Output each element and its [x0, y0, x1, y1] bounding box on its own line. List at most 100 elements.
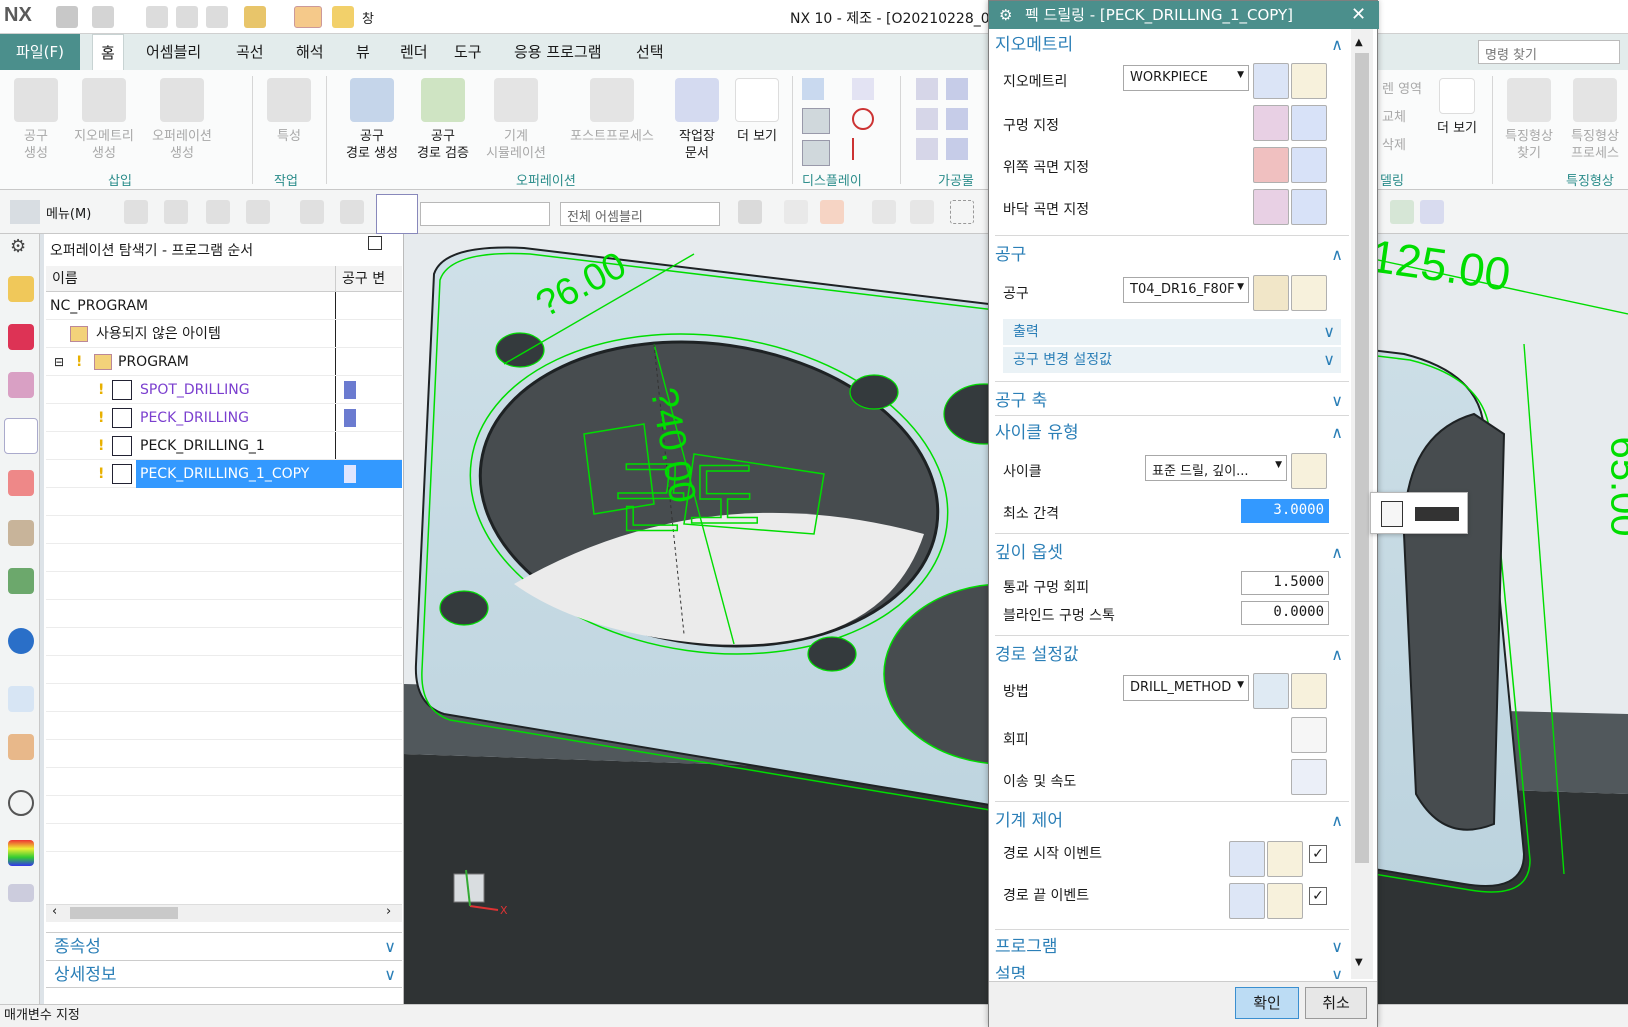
column-header-tool[interactable]: 공구 변 [336, 266, 402, 292]
tab-tools[interactable]: 도구 [446, 34, 490, 70]
part-navigator-icon[interactable] [8, 372, 34, 398]
tab-home[interactable]: 홈 [92, 34, 124, 70]
find-feature-button[interactable]: 특징형상 찾기 [1498, 78, 1560, 162]
display-bottom-flashlight-icon[interactable] [1291, 189, 1327, 225]
cancel-button[interactable]: 취소 [1305, 987, 1367, 1019]
shop-doc-button[interactable]: 작업장 문서 [670, 78, 724, 162]
section-cycle-type[interactable]: 사이클 유형 ∧ [995, 419, 1349, 447]
display-hatch-icon[interactable] [802, 108, 830, 134]
cycle-select[interactable]: 표준 드릴, 깊이... ▼ [1145, 455, 1287, 481]
section-tool[interactable]: 공구 ∧ [995, 241, 1349, 269]
display-icon[interactable] [802, 78, 824, 100]
generate-toolpath-button[interactable]: 공구 경로 생성 [340, 78, 404, 162]
subsection-output[interactable]: 출력 ∨ [1003, 319, 1341, 345]
end-event-wrench-icon[interactable] [1267, 883, 1303, 919]
component-icon[interactable] [206, 200, 230, 224]
tree-row[interactable]: 사용되지 않은 아이템 [46, 320, 402, 348]
display-hatch2-icon[interactable] [802, 140, 830, 166]
tree-row[interactable]: ! PECK_DRILLING_1 [46, 432, 402, 460]
point-snap-icon[interactable] [872, 200, 896, 224]
min-clearance-input[interactable]: 3.0000 [1241, 499, 1329, 523]
render-style-icon[interactable] [1420, 200, 1444, 224]
maximize-icon[interactable] [368, 236, 382, 250]
display-curve-icon[interactable] [852, 138, 874, 160]
calculator-icon[interactable] [1381, 501, 1403, 527]
grid-select-icon[interactable] [376, 194, 418, 234]
assembly-navigator-icon[interactable] [8, 276, 34, 302]
touch-hand-icon[interactable] [8, 734, 34, 760]
subsection-tool-change[interactable]: 공구 변경 설정값 ∨ [1003, 347, 1341, 373]
part-filter-icon[interactable] [340, 200, 364, 224]
edit-tool-wrench-icon[interactable] [1291, 275, 1327, 311]
end-event-icon[interactable] [1229, 883, 1265, 919]
window-icon[interactable] [332, 6, 354, 28]
assembly-scope-combo[interactable]: 전체 어셈블리 [560, 202, 720, 226]
start-event-icon[interactable] [1229, 841, 1265, 877]
edit-cycle-wrench-icon[interactable] [1291, 453, 1327, 489]
dependencies-panel[interactable]: 종속성 ∨ [46, 932, 402, 960]
more-button[interactable]: 더 보기 [730, 78, 784, 145]
tree-row[interactable]: ! SPOT_DRILLING [46, 376, 402, 404]
properties-button[interactable]: 특성 [264, 78, 314, 145]
menu-button[interactable]: 메뉴(M) [46, 203, 91, 222]
start-event-wrench-icon[interactable] [1267, 841, 1303, 877]
geometry-select[interactable]: WORKPIECE ▼ [1123, 65, 1249, 91]
blind-hole-input[interactable]: 0.0000 [1241, 601, 1329, 625]
scroll-up-icon[interactable]: ▲ [1355, 37, 1363, 48]
touch-mode-icon[interactable] [294, 6, 322, 28]
gear-icon[interactable]: ⚙ [10, 236, 26, 257]
command-search-input[interactable]: 명령 찾기 [1478, 40, 1620, 64]
roles-icon[interactable] [8, 884, 34, 902]
column-header-name[interactable]: 이름 [46, 266, 336, 292]
feeds-speeds-icon[interactable] [1291, 759, 1327, 795]
section-depth-offset[interactable]: 깊이 옵셋 ∧ [995, 539, 1349, 567]
feature-navigator-icon[interactable] [8, 520, 34, 546]
details-panel[interactable]: 상세정보 ∨ [46, 960, 402, 988]
avoidance-icon[interactable] [1291, 717, 1327, 753]
specify-top-surface-icon[interactable] [1253, 147, 1289, 183]
workpiece-icon[interactable] [916, 78, 938, 100]
reuse-library-icon[interactable] [8, 568, 34, 594]
settings-gear-icon[interactable]: ⚙ [999, 1, 1012, 29]
feature-process-button[interactable]: 특징형상 프로세스 [1562, 78, 1628, 162]
scroll-right-icon[interactable]: › [386, 904, 391, 919]
section-path-settings[interactable]: 경로 설정값 ∧ [995, 641, 1349, 669]
repeat-command-icon[interactable] [244, 6, 266, 28]
modeling-more-button[interactable]: 더 보기 [1428, 78, 1486, 137]
create-operation-button[interactable]: 오퍼레이션 생성 [146, 78, 218, 162]
section-program[interactable]: 프로그램 ∨ [995, 933, 1349, 961]
tree-row[interactable]: ! PECK_DRILLING_1_COPY [46, 460, 402, 488]
specify-holes-icon[interactable] [1253, 105, 1289, 141]
tab-selection[interactable]: 선택 [628, 34, 672, 70]
start-event-checkbox[interactable]: ✓ [1309, 845, 1327, 863]
window-menu[interactable]: 창 [362, 8, 374, 27]
edit-geometry-wrench-icon[interactable] [1291, 63, 1327, 99]
display-holes-flashlight-icon[interactable] [1291, 105, 1327, 141]
tab-analysis[interactable]: 해석 [288, 34, 332, 70]
new-method-button[interactable] [1253, 673, 1289, 709]
paste-icon[interactable] [206, 6, 228, 28]
through-hole-input[interactable]: 1.5000 [1241, 571, 1329, 595]
undo-icon[interactable] [92, 6, 114, 28]
keyboard-icon[interactable] [1415, 507, 1459, 521]
tree-row[interactable]: ! PECK_DRILLING [46, 404, 402, 432]
cut-icon[interactable] [146, 6, 168, 28]
tree-row[interactable]: NC_PROGRAM [46, 292, 402, 320]
tab-render[interactable]: 렌더 [392, 34, 436, 70]
workpiece5-icon[interactable] [916, 138, 938, 160]
save-icon[interactable] [56, 6, 78, 28]
edit-method-wrench-icon[interactable] [1291, 673, 1327, 709]
verify-toolpath-button[interactable]: 공구 경로 검증 [410, 78, 476, 162]
tab-applications[interactable]: 응용 프로그램 [506, 34, 610, 70]
tree-row[interactable]: ⊟ ! PROGRAM [46, 348, 402, 376]
ok-button[interactable]: 확인 [1235, 987, 1299, 1019]
section-tool-axis[interactable]: 공구 축 ∨ [995, 387, 1349, 415]
tab-file[interactable]: 파일(F) [0, 34, 80, 70]
new-tool-button[interactable] [1253, 275, 1289, 311]
constraint-navigator-icon[interactable] [8, 324, 34, 350]
snap-icon[interactable] [738, 200, 762, 224]
collapse-icon[interactable]: ⊟ [54, 348, 64, 376]
type-filter-icon[interactable] [300, 200, 324, 224]
end-event-checkbox[interactable]: ✓ [1309, 887, 1327, 905]
machine-tool-navigator-icon[interactable] [8, 470, 34, 496]
